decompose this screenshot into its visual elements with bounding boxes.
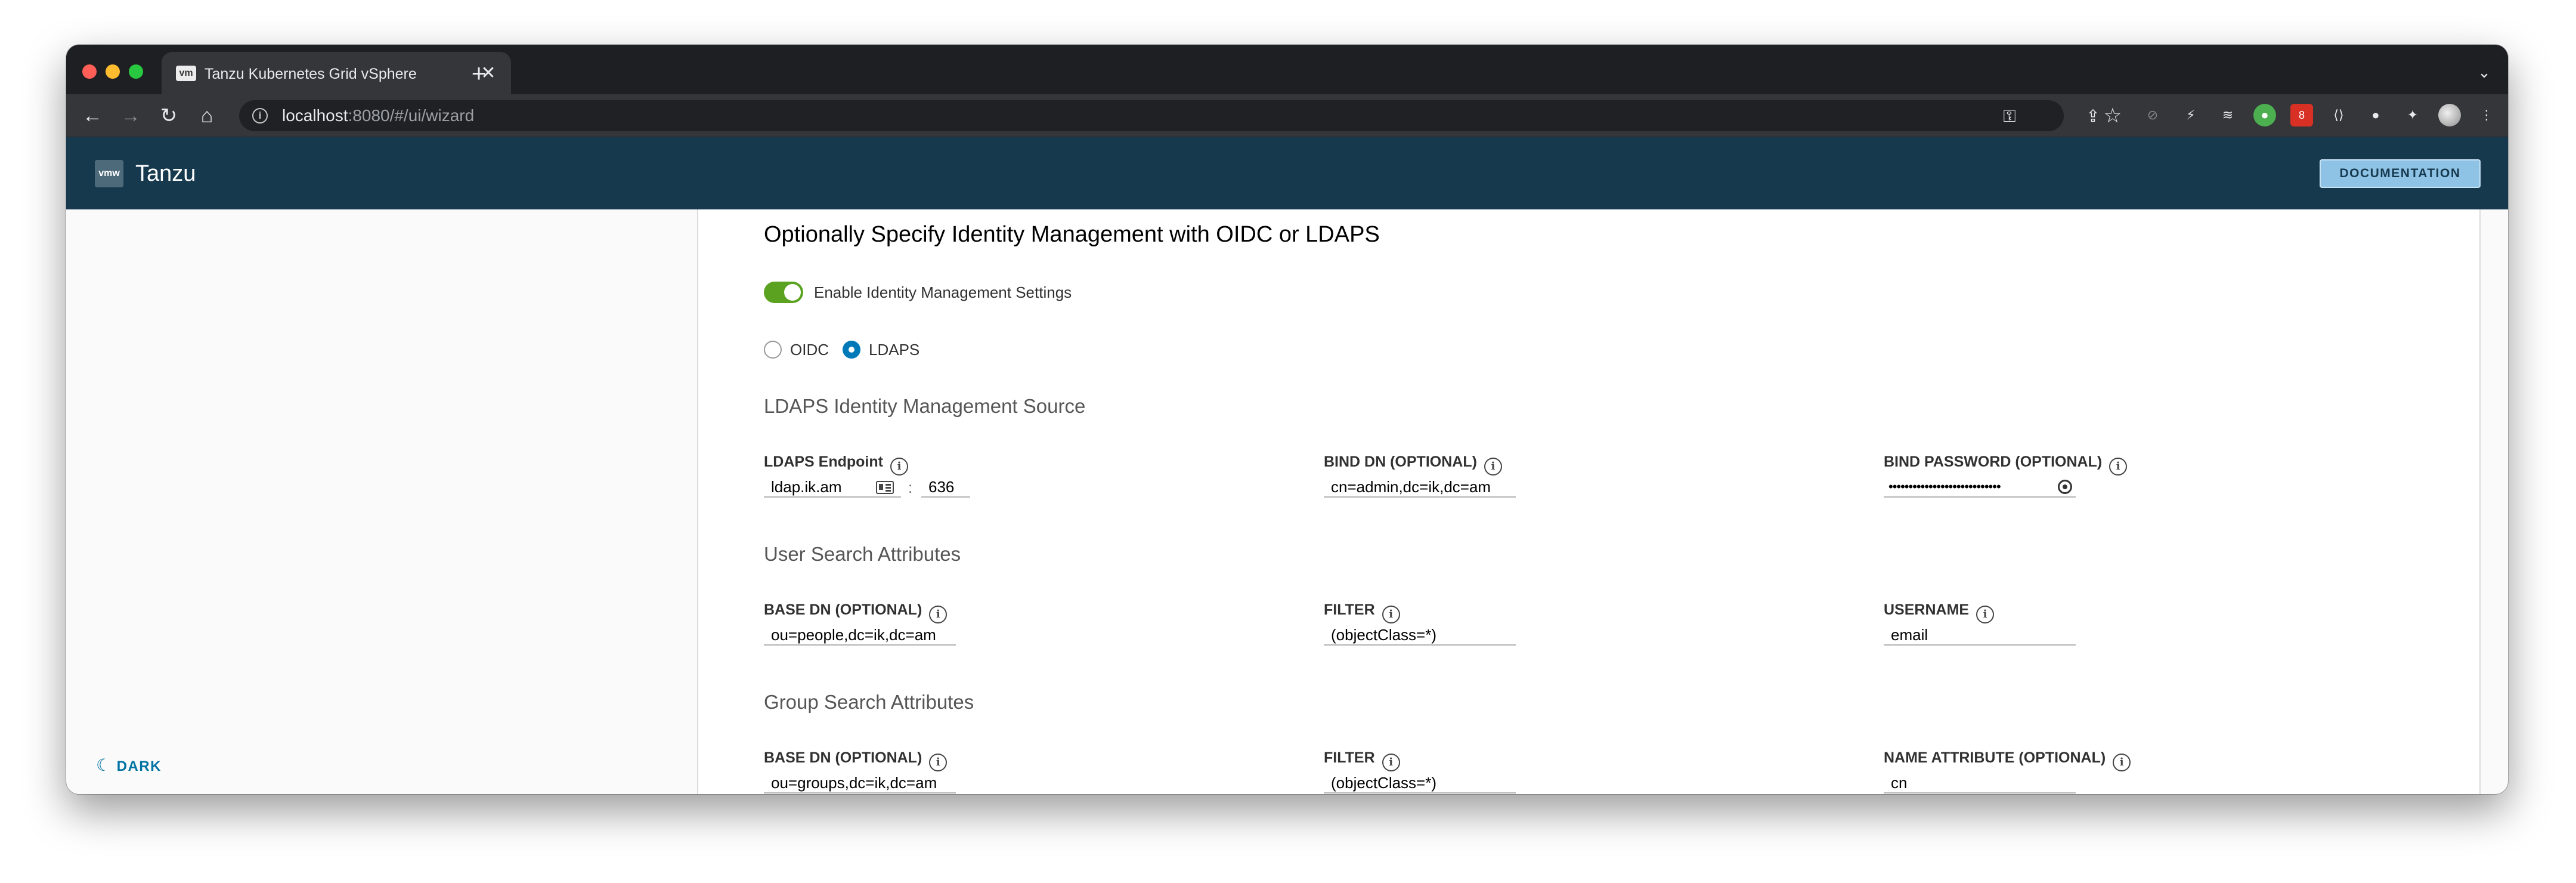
bind-password-input[interactable]: •••••••••••••••••••••••••••• [1884, 476, 2076, 498]
tilde-extension-icon[interactable]: ≋ [2216, 104, 2239, 126]
info-icon[interactable]: i [1382, 754, 1400, 771]
username-label: USERNAME i [1884, 600, 1995, 623]
bind-password-label: BIND PASSWORD (OPTIONAL) i [1884, 452, 2128, 476]
dark-mode-toggle[interactable]: ☾ DARK [96, 755, 162, 776]
left-sidebar: ☾ DARK [66, 209, 698, 794]
browser-menu-icon[interactable]: ⋮ [2475, 104, 2498, 126]
browser-toolbar: ← → ↻ ⌂ i localhost:8080/#/ui/wizard ⚿ ⇪… [66, 94, 2508, 137]
app-header: vmw Tanzu DOCUMENTATION [66, 137, 2508, 209]
vmware-favicon-icon: vm [176, 66, 196, 81]
site-info-icon[interactable]: i [252, 108, 268, 124]
address-card-icon[interactable] [876, 481, 894, 494]
forward-icon[interactable]: → [117, 103, 144, 129]
info-icon[interactable]: i [2109, 458, 2128, 476]
green-extension-icon[interactable]: ● [2253, 104, 2276, 126]
eye-icon[interactable] [2058, 480, 2072, 494]
info-icon[interactable]: i [1976, 606, 1995, 623]
code-extension-icon[interactable]: ⟨⟩ [2327, 104, 2350, 126]
home-icon[interactable]: ⌂ [194, 103, 220, 129]
browser-window: vm Tanzu Kubernetes Grid vSphere ✕ + ⌄ ←… [66, 45, 2508, 794]
minimize-window-button[interactable] [106, 64, 120, 79]
address-bar[interactable]: i localhost:8080/#/ui/wizard ⚿ ⇪ [239, 100, 2100, 131]
group-filter-label: FILTER i [1324, 748, 1400, 771]
username-input[interactable]: email [1884, 624, 2076, 646]
step-title: Optionally Specify Identity Management w… [764, 222, 1380, 247]
reload-icon[interactable]: ↻ [156, 103, 182, 129]
browser-tab[interactable]: vm Tanzu Kubernetes Grid vSphere ✕ [162, 52, 511, 94]
user-search-heading: User Search Attributes [764, 543, 961, 565]
brand-name: Tanzu [135, 161, 196, 186]
tab-strip: vm Tanzu Kubernetes Grid vSphere ✕ + ⌄ [66, 45, 2508, 94]
close-window-button[interactable] [82, 64, 97, 79]
back-icon[interactable]: ← [79, 103, 106, 129]
radio-ldaps-label: LDAPS [869, 341, 920, 359]
bolt-extension-icon[interactable]: ⚡ [2179, 104, 2202, 126]
info-icon[interactable]: i [2113, 754, 2131, 771]
radio-oidc-label: OIDC [790, 341, 829, 359]
info-icon[interactable]: i [929, 606, 948, 623]
dark-mode-label: DARK [116, 758, 162, 774]
identity-management-toggle[interactable] [764, 282, 803, 303]
maximize-window-button[interactable] [129, 64, 143, 79]
user-filter-label: FILTER i [1324, 600, 1400, 623]
ldaps-section-heading: LDAPS Identity Management Source [764, 395, 1086, 417]
badge-extension-icon[interactable]: 8 [2290, 104, 2313, 126]
moon-icon: ☾ [96, 756, 112, 774]
user-filter-input[interactable]: (objectClass=*) [1324, 624, 1516, 646]
url-text: localhost:8080/#/ui/wizard [282, 106, 475, 125]
new-tab-button[interactable]: + [465, 59, 493, 88]
user-base-dn-input[interactable]: ou=people,dc=ik,dc=am [764, 624, 956, 646]
right-gutter [2479, 209, 2508, 794]
bind-dn-input[interactable]: cn=admin,dc=ik,dc=am [1324, 476, 1516, 498]
group-base-dn-label: BASE DN (OPTIONAL) i [764, 748, 948, 771]
profile-avatar[interactable] [2438, 104, 2461, 126]
user-base-dn-label: BASE DN (OPTIONAL) i [764, 600, 948, 623]
info-icon[interactable]: i [1382, 606, 1400, 623]
ldaps-port-input[interactable]: 636 [921, 476, 970, 498]
radio-oidc[interactable] [764, 341, 782, 359]
key-icon[interactable]: ⚿ [1999, 106, 2020, 126]
egg-extension-icon[interactable]: ● [2364, 104, 2387, 126]
tab-search-chevron-icon[interactable]: ⌄ [2472, 60, 2496, 84]
vmware-logo-icon: vmw [95, 160, 123, 187]
name-attribute-label: NAME ATTRIBUTE (OPTIONAL) i [1884, 748, 2131, 771]
tanzu-app: vmw Tanzu DOCUMENTATION ☾ DARK Optionally… [66, 137, 2508, 794]
group-search-heading: Group Search Attributes [764, 691, 974, 713]
bind-dn-label: BIND DN (OPTIONAL) i [1324, 452, 1502, 476]
info-icon[interactable]: i [890, 458, 908, 476]
documentation-button[interactable]: DOCUMENTATION [2320, 159, 2481, 188]
ldaps-host-input[interactable]: ldap.ik.am [764, 476, 901, 498]
tab-title: Tanzu Kubernetes Grid vSphere [205, 66, 417, 82]
name-attribute-input[interactable]: cn [1884, 772, 2076, 794]
wizard-step-content: Optionally Specify Identity Management w… [699, 209, 2479, 794]
ldaps-endpoint-label: LDAPS Endpoint i [764, 452, 908, 476]
extensions-icon[interactable]: ✦ [2401, 104, 2424, 126]
info-icon[interactable]: i [1484, 458, 1502, 476]
identity-management-toggle-label: Enable Identity Management Settings [814, 283, 1072, 301]
star-icon[interactable]: ☆ [2100, 103, 2126, 129]
radio-ldaps[interactable] [843, 341, 860, 359]
group-base-dn-input[interactable]: ou=groups,dc=ik,dc=am [764, 772, 956, 794]
blocked-extension-icon[interactable]: ⊘ [2141, 104, 2164, 126]
group-filter-input[interactable]: (objectClass=*) [1324, 772, 1516, 794]
info-icon[interactable]: i [929, 754, 948, 771]
